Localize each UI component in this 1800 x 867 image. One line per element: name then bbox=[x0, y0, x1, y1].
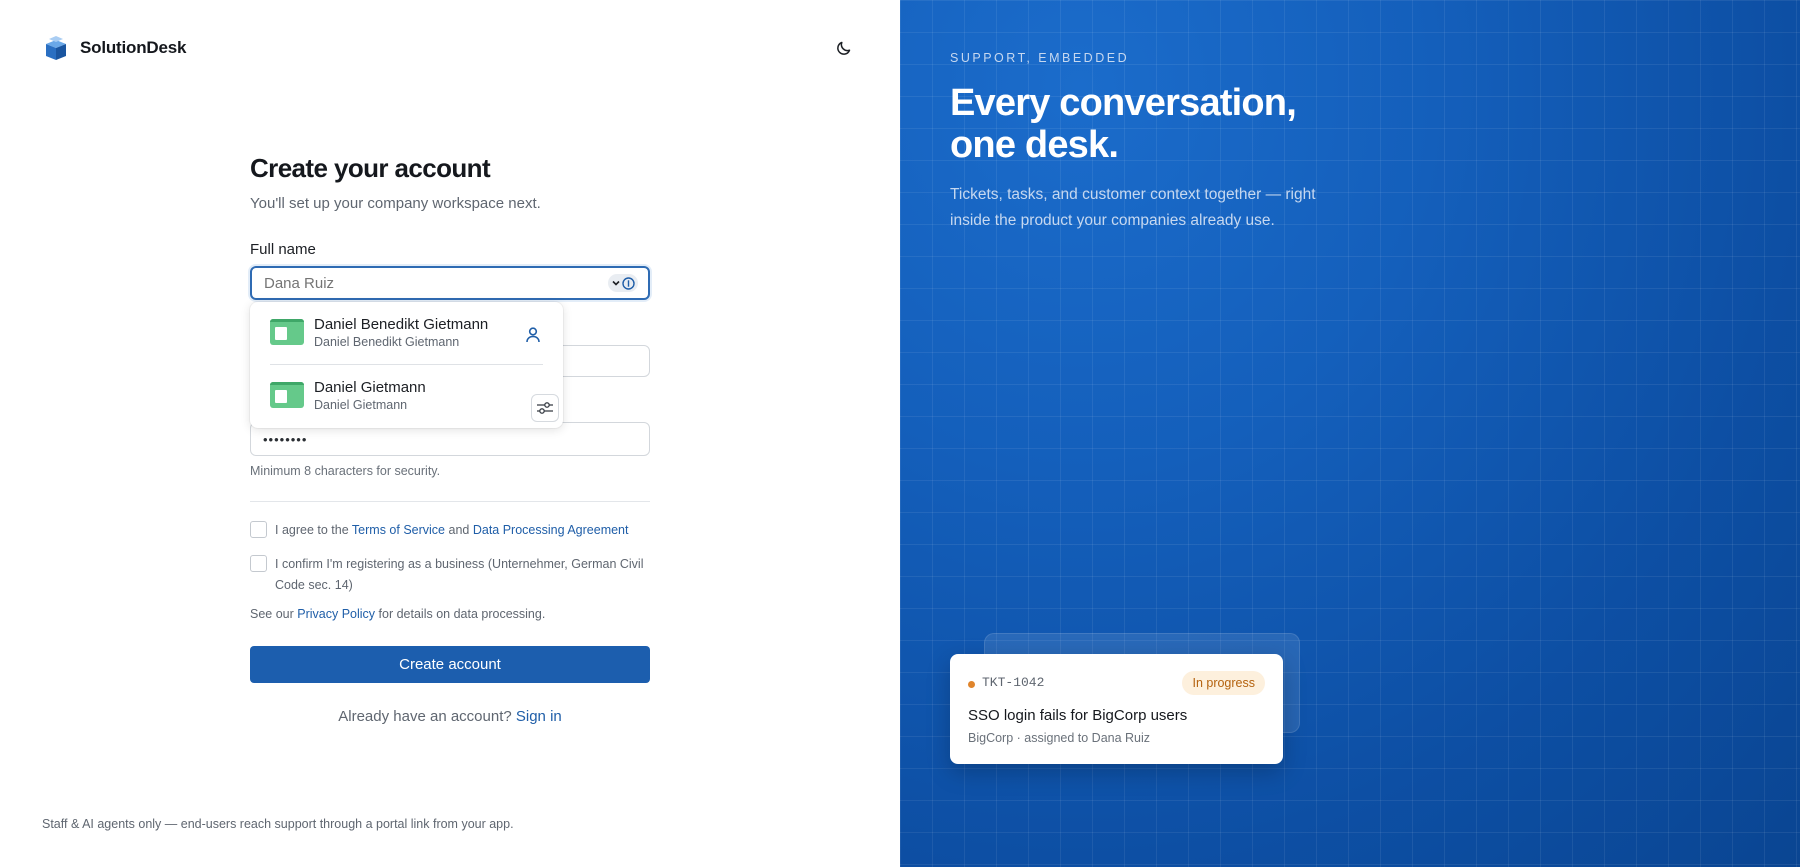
signup-panel: SolutionDesk Create your account You'll … bbox=[0, 0, 900, 867]
autofill-dropdown: Daniel Benedikt Gietmann Daniel Benedikt… bbox=[250, 302, 563, 428]
privacy-policy-link[interactable]: Privacy Policy bbox=[297, 607, 375, 621]
business-confirm-row: I confirm I'm registering as a business … bbox=[250, 554, 650, 596]
brand-name: SolutionDesk bbox=[80, 38, 187, 57]
terms-of-service-link[interactable]: Terms of Service bbox=[352, 523, 445, 537]
hero-subtext: Tickets, tasks, and customer context tog… bbox=[950, 186, 1316, 229]
chevron-down-icon bbox=[612, 280, 620, 286]
autofill-option-title: Daniel Gietmann bbox=[314, 378, 426, 396]
terms-prefix: I agree to the bbox=[275, 523, 349, 537]
business-checkbox[interactable] bbox=[250, 555, 267, 572]
create-account-button[interactable]: Create account bbox=[250, 646, 650, 683]
data-processing-agreement-link[interactable]: Data Processing Agreement bbox=[473, 523, 629, 537]
status-dot bbox=[968, 681, 975, 688]
terms-and: and bbox=[448, 523, 470, 537]
business-confirm-label: I confirm I'm registering as a business … bbox=[275, 557, 644, 592]
password-manager-icon[interactable] bbox=[608, 274, 638, 292]
ticket-card: TKT-1042 In progress SSO login fails for… bbox=[950, 654, 1283, 764]
id-card-icon bbox=[270, 319, 304, 345]
hero-eyebrow: SUPPORT, EMBEDDED bbox=[950, 51, 1130, 65]
terms-row: I agree to the Terms of Service and Data… bbox=[250, 520, 650, 541]
moon-icon bbox=[837, 41, 851, 55]
terms-checkbox[interactable] bbox=[250, 521, 267, 538]
autofill-option[interactable]: Daniel Benedikt Gietmann Daniel Benedikt… bbox=[270, 312, 545, 352]
ticket-title: SSO login fails for BigCorp users bbox=[968, 707, 1188, 724]
page-subtitle: You'll set up your company workspace nex… bbox=[250, 195, 541, 212]
full-name-label: Full name bbox=[250, 241, 316, 258]
ticket-meta: BigCorp · assigned to Dana Ruiz bbox=[968, 731, 1151, 745]
theme-toggle-button[interactable] bbox=[830, 36, 858, 60]
person-icon[interactable] bbox=[523, 325, 543, 345]
autofill-option-subtitle: Daniel Benedikt Gietmann bbox=[314, 334, 460, 349]
autofill-option-subtitle: Daniel Gietmann bbox=[314, 397, 408, 412]
page-title: Create your account bbox=[250, 153, 491, 183]
password-hint: Minimum 8 characters for security. bbox=[250, 464, 441, 478]
status-badge: In progress bbox=[1182, 671, 1265, 695]
privacy-suffix: for details on data processing. bbox=[378, 607, 546, 621]
autofill-option-title: Daniel Benedikt Gietmann bbox=[314, 315, 489, 333]
footer-note: Staff & AI agents only — end-users reach… bbox=[42, 817, 514, 831]
signin-text: Already have an account? bbox=[338, 708, 512, 725]
autofill-separator bbox=[270, 364, 543, 365]
signin-prompt: Already have an account? Sign in bbox=[250, 708, 650, 725]
full-name-field bbox=[250, 266, 650, 300]
brand[interactable]: SolutionDesk bbox=[42, 34, 186, 62]
hero-headline: Every conversation, one desk. bbox=[950, 82, 1297, 166]
full-name-input[interactable] bbox=[250, 266, 650, 300]
divider bbox=[250, 501, 650, 502]
sign-in-link[interactable]: Sign in bbox=[516, 708, 562, 725]
autofill-option[interactable]: Daniel Gietmann Daniel Gietmann bbox=[270, 375, 545, 415]
signup-form: Create your account You'll set up your c… bbox=[250, 150, 650, 725]
password-manager-logo-icon bbox=[622, 276, 635, 290]
terms-label: I agree to the Terms of Service and Data… bbox=[275, 520, 628, 541]
privacy-note: See our Privacy Policy for details on da… bbox=[250, 607, 545, 621]
id-card-icon bbox=[270, 382, 304, 408]
privacy-prefix: See our bbox=[250, 607, 294, 621]
marketing-panel: SUPPORT, EMBEDDED Every conversation, on… bbox=[900, 0, 1800, 867]
sliders-icon bbox=[537, 402, 553, 414]
autofill-settings-button[interactable] bbox=[531, 394, 559, 422]
ticket-id: TKT-1042 bbox=[982, 675, 1045, 690]
stacked-box-logo-icon bbox=[46, 36, 66, 60]
